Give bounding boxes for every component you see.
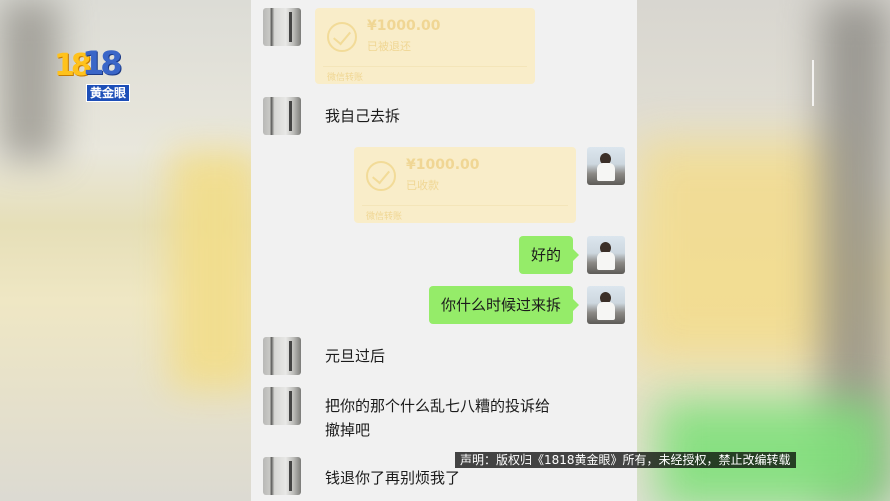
transfer-card-received[interactable]: ¥1000.00 已收款 微信转账 <box>354 147 576 223</box>
avatar-body <box>597 302 615 320</box>
logo-number-part2: 18 <box>82 44 122 82</box>
contact-avatar[interactable] <box>263 387 301 425</box>
self-avatar[interactable] <box>587 147 625 185</box>
transfer-amount: ¥1000.00 <box>406 157 480 173</box>
background-shadow <box>0 0 60 160</box>
transfer-status: 已收款 <box>406 179 439 192</box>
message-bubble-sent[interactable]: 你什么时候过来拆 <box>428 286 580 324</box>
self-avatar[interactable] <box>587 286 625 324</box>
message-bubble-sent[interactable]: 好的 <box>518 236 580 274</box>
transfer-amount: ¥1000.00 <box>367 18 441 34</box>
copyright-disclaimer: 声明：版权归《1818黄金眼》所有，未经授权，禁止改编转载 <box>455 452 796 468</box>
blurred-background-right <box>637 0 890 501</box>
message-line: 把你的那个什么乱七八糟的投诉给 <box>325 397 551 415</box>
chat-screenshot: ¥1000.00 已被退还 微信转账 我自己去拆 ¥1000.00 已收款 微信… <box>251 0 637 501</box>
message-text[interactable]: 钱退你了再别烦我了 <box>325 466 460 490</box>
message-text[interactable]: 我自己去拆 <box>325 104 400 128</box>
background-glow <box>170 150 260 390</box>
transfer-divider <box>362 205 568 206</box>
video-frame: ¥1000.00 已被退还 微信转账 我自己去拆 ¥1000.00 已收款 微信… <box>0 0 890 501</box>
background-glow <box>637 140 837 360</box>
transfer-footer: 微信转账 <box>366 212 403 222</box>
transfer-status: 已被退还 <box>367 40 411 53</box>
self-avatar[interactable] <box>587 236 625 274</box>
contact-avatar[interactable] <box>263 97 301 135</box>
transfer-card-returned[interactable]: ¥1000.00 已被退还 微信转账 <box>315 8 535 84</box>
channel-logo: 18 18 黄金眼 <box>54 44 138 102</box>
message-text[interactable]: 把你的那个什么乱七八糟的投诉给 撤掉吧 <box>325 394 550 442</box>
contact-avatar[interactable] <box>263 337 301 375</box>
contact-avatar[interactable] <box>263 457 301 495</box>
logo-tag: 黄金眼 <box>86 84 131 102</box>
transfer-footer: 微信转账 <box>327 73 364 83</box>
contact-avatar[interactable] <box>263 8 301 46</box>
background-line <box>812 60 814 106</box>
message-line: 撤掉吧 <box>325 421 371 439</box>
background-green-glow <box>657 400 887 501</box>
check-circle-icon <box>327 22 357 52</box>
avatar-body <box>597 163 615 181</box>
avatar-body <box>597 252 615 270</box>
transfer-divider <box>323 66 527 67</box>
check-circle-icon <box>366 161 396 191</box>
message-text[interactable]: 元旦过后 <box>325 344 385 368</box>
